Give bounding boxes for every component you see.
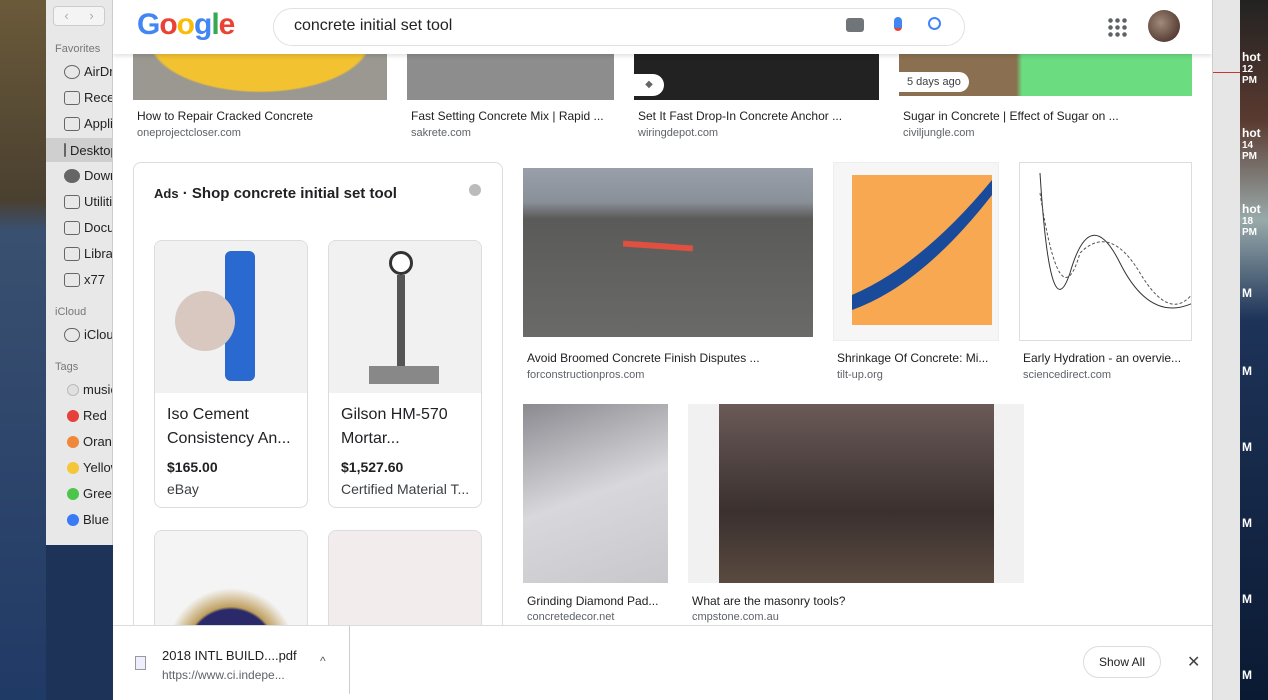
home-icon [64,272,80,287]
finder-section-icloud: iCloud [55,306,87,318]
result-title[interactable]: Sugar in Concrete | Effect of Sugar on .… [903,109,1119,123]
tag-dot-icon [67,513,79,526]
download-item[interactable]: 2018 INTL BUILD....pdf https://www.ci.in… [113,626,350,694]
info-icon[interactable] [469,184,481,196]
result-source: sciencedirect.com [1023,369,1112,381]
tag-green[interactable]: Green [67,486,112,501]
tag-dot-icon [67,487,79,500]
result-title[interactable]: Set It Fast Drop-In Concrete Anchor ... [638,109,842,123]
download-filename: 2018 INTL BUILD....pdf [162,648,297,663]
finder-sidebar: ‹› Favorites AirDrop Recents Application… [46,0,113,545]
finder-item-icloud-drive[interactable]: iCloud Drive [64,327,112,342]
product-store: Certified Material T... [341,481,470,497]
tag-dot-icon [67,383,79,396]
result-title[interactable]: Shrinkage Of Concrete: Mi... [837,351,997,365]
age-badge: 5 days ago [899,72,969,92]
pdf-file-icon [135,656,146,670]
shopping-ads-panel: Ads · Shop concrete initial set tool Iso… [133,162,503,650]
desktop-background [0,0,46,700]
finder-item-airdrop[interactable]: AirDrop [64,64,112,79]
result-title[interactable]: Fast Setting Concrete Mix | Rapid ... [411,109,604,123]
downloads-icon [64,168,80,183]
result-source: oneprojectcloser.com [137,127,241,139]
product-name: Gilson HM-570 Mortar... [341,406,448,447]
result-source: civiljungle.com [903,127,975,139]
result-title[interactable]: Grinding Diamond Pad... [527,594,658,608]
avatar[interactable] [1148,10,1180,42]
product-image [329,241,481,393]
finder-item-utilities[interactable]: Utilities [64,194,112,209]
result-title[interactable]: Early Hydration - an overvie... [1023,351,1188,365]
show-all-button[interactable]: Show All [1083,646,1161,678]
product-price: $1,527.60 [341,459,404,475]
folder-icon [64,246,80,261]
tag-dot-icon [67,409,79,422]
result-image[interactable] [688,404,1024,583]
apps-grid-icon[interactable] [1107,17,1127,37]
result-title[interactable]: Avoid Broomed Concrete Finish Disputes .… [527,351,760,365]
cloud-icon [64,327,80,342]
finder-item-library[interactable]: Library [64,246,112,261]
finder-item-recents[interactable]: Recents [64,90,112,105]
result-title[interactable]: How to Repair Cracked Concrete [137,109,313,123]
finder-item-downloads[interactable]: Downloads [64,168,112,183]
camera-icon[interactable] [846,18,864,32]
recents-icon [64,90,80,105]
product-store: eBay [167,481,199,497]
tag-red[interactable]: Red [67,408,107,423]
applications-icon [64,116,80,131]
download-bar: 2018 INTL BUILD....pdf https://www.ci.in… [113,625,1212,700]
result-image[interactable] [1019,162,1192,341]
tag-orange[interactable]: Orange [67,434,112,449]
chevron-up-icon[interactable]: ^ [320,654,326,668]
finder-item-home[interactable]: x77 [64,272,105,287]
finder-item-desktop[interactable]: Desktop [46,138,112,162]
result-source: concretedecor.net [527,611,615,623]
back-button[interactable]: ‹ [54,7,79,25]
window-edge [1212,0,1241,700]
result-title[interactable]: What are the masonry tools? [692,594,845,608]
product-name: Iso Cement Consistency An... [167,406,291,447]
tag-icon: ◆ [634,74,664,96]
tag-music[interactable]: music [67,382,112,397]
close-icon[interactable]: ✕ [1187,652,1200,672]
desktop-icon [64,143,66,157]
tag-yellow[interactable]: Yellow [67,460,112,475]
result-source: tilt-up.org [837,369,883,381]
google-header: Google [113,0,1212,54]
browser-window: Google ◆ 5 days ago How to Repair Cracke… [113,0,1212,700]
documents-icon [64,220,80,235]
finder-nav-buttons: ‹ › [53,6,105,26]
utilities-icon [64,194,80,209]
product-price: $165.00 [167,459,218,475]
product-card[interactable]: Iso Cement Consistency An... $165.00 eBa… [154,240,308,508]
search-input[interactable] [294,17,814,35]
result-image[interactable] [523,168,813,337]
result-image[interactable] [523,404,668,583]
desktop-files: hot 12 PM hot 14 PM hot 18 PM M M M M M … [1240,0,1268,700]
finder-item-documents[interactable]: Documents [64,220,112,235]
download-url: https://www.ci.indepe... [162,668,285,682]
tag-blue[interactable]: Blue [67,512,109,527]
airdrop-icon [64,64,80,79]
search-box [273,8,965,46]
result-source: cmpstone.com.au [692,611,779,623]
result-source: forconstructionpros.com [527,369,645,381]
result-source: wiringdepot.com [638,127,719,139]
google-logo[interactable]: Google [137,8,235,42]
product-card[interactable]: Gilson HM-570 Mortar... $1,527.60 Certif… [328,240,482,508]
tag-dot-icon [67,461,79,474]
finder-section-tags: Tags [55,361,79,373]
forward-button[interactable]: › [79,7,104,25]
finder-section-favorites: Favorites [55,43,101,55]
product-image [155,241,307,393]
tag-dot-icon [67,435,79,448]
result-source: sakrete.com [411,127,471,139]
finder-item-applications[interactable]: Applications [64,116,112,131]
result-image[interactable] [833,162,999,341]
microphone-icon[interactable] [894,17,902,31]
ads-heading: Ads · Shop concrete initial set tool [154,185,397,202]
search-icon[interactable] [928,17,941,30]
